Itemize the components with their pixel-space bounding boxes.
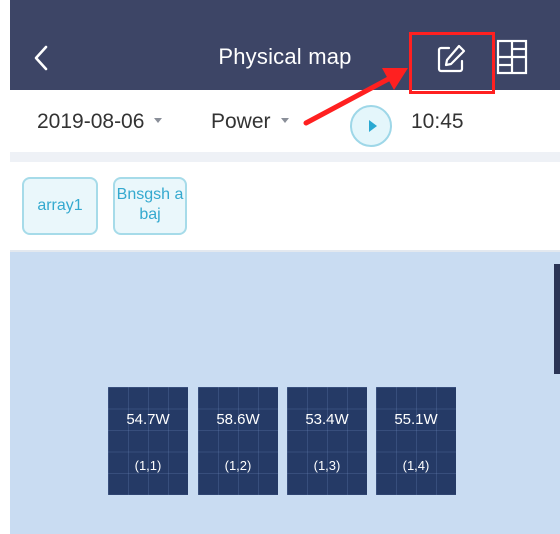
panel-power: 55.1W [394, 411, 438, 428]
app-screen: Physical map 2019-08-06 Power 10:45 arra… [10, 0, 560, 534]
array-chip[interactable]: Bnsgsh abaj [113, 177, 187, 235]
array-chips: array1 Bnsgsh abaj [10, 162, 560, 250]
panel-position: (1,1) [134, 458, 162, 473]
panel-power: 53.4W [305, 411, 349, 428]
panel-position: (1,4) [402, 458, 430, 473]
panel-power: 54.7W [126, 411, 170, 428]
side-panel-handle[interactable] [554, 264, 560, 374]
solar-panel[interactable]: 53.4W (1,3) [287, 387, 367, 495]
solar-panel[interactable]: 58.6W (1,2) [198, 387, 278, 495]
panel-power: 58.6W [216, 411, 260, 428]
panel-position: (1,3) [313, 458, 341, 473]
array-chip[interactable]: array1 [22, 177, 98, 235]
physical-map-canvas[interactable]: 54.7W (1,1) 58.6W (1,2) 53.4W (1,3) 55.1… [10, 252, 560, 534]
annotation-arrow [303, 68, 408, 126]
solar-panel[interactable]: 54.7W (1,1) [108, 387, 188, 495]
solar-panel[interactable]: 55.1W (1,4) [376, 387, 456, 495]
panel-position: (1,2) [224, 458, 252, 473]
